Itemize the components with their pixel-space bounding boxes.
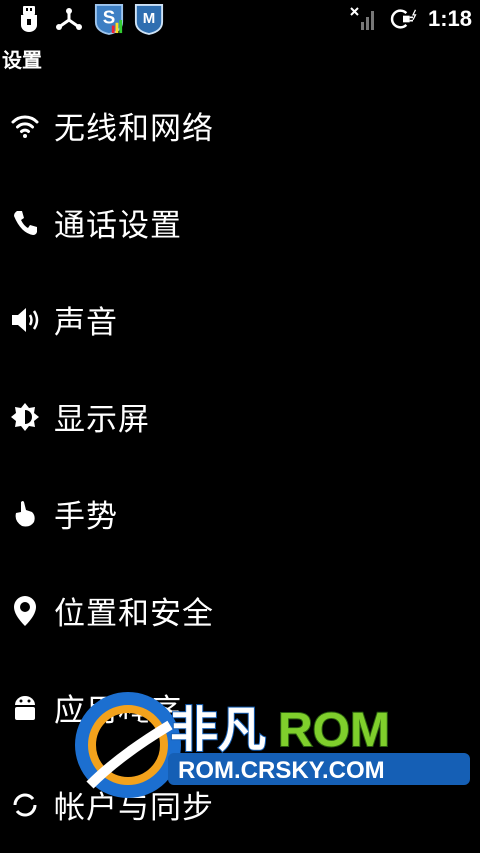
settings-item-gesture[interactable]: 手势 [0, 465, 480, 562]
phone-icon [8, 206, 42, 240]
settings-item-label: 通话设置 [54, 208, 182, 244]
settings-item-location-security[interactable]: 位置和安全 [0, 562, 480, 659]
watermark-logo: 非凡 ROM ROM.CRSKY.COM [70, 690, 480, 800]
usb-debug-icon [54, 4, 84, 34]
sync-icon [8, 788, 42, 822]
settings-item-label: 声音 [54, 305, 118, 341]
svg-text:ROM: ROM [278, 704, 390, 757]
settings-item-call-settings[interactable]: 通话设置 [0, 174, 480, 271]
brightness-icon [8, 400, 42, 434]
settings-item-wireless-network[interactable]: 无线和网络 [0, 77, 480, 174]
settings-item-label: 手势 [54, 499, 118, 535]
location-icon [8, 594, 42, 628]
speaker-icon [8, 303, 42, 337]
settings-item-label: 位置和安全 [54, 596, 214, 632]
settings-item-label: 无线和网络 [54, 111, 214, 147]
settings-item-display[interactable]: 显示屏 [0, 368, 480, 465]
page-title: 设置 [2, 48, 42, 72]
settings-item-label: 显示屏 [54, 402, 150, 438]
security-app-icon: S [94, 3, 124, 35]
android-icon [8, 691, 42, 725]
usb-icon [14, 4, 44, 34]
no-signal-icon [348, 4, 378, 34]
gesture-icon [8, 497, 42, 531]
svg-text:ROM.CRSKY.COM: ROM.CRSKY.COM [178, 757, 385, 784]
mail-shield-icon: M [134, 3, 164, 35]
wifi-icon [8, 109, 42, 143]
status-time: 1:18 [427, 6, 472, 31]
status-bar: S M 1:18 [0, 0, 480, 38]
svg-text:S: S [103, 7, 116, 28]
svg-text:非凡: 非凡 [170, 702, 266, 758]
title-bar: 设置 [0, 38, 480, 74]
charging-icon [388, 4, 418, 34]
settings-item-sound[interactable]: 声音 [0, 271, 480, 368]
svg-text:M: M [143, 10, 156, 27]
